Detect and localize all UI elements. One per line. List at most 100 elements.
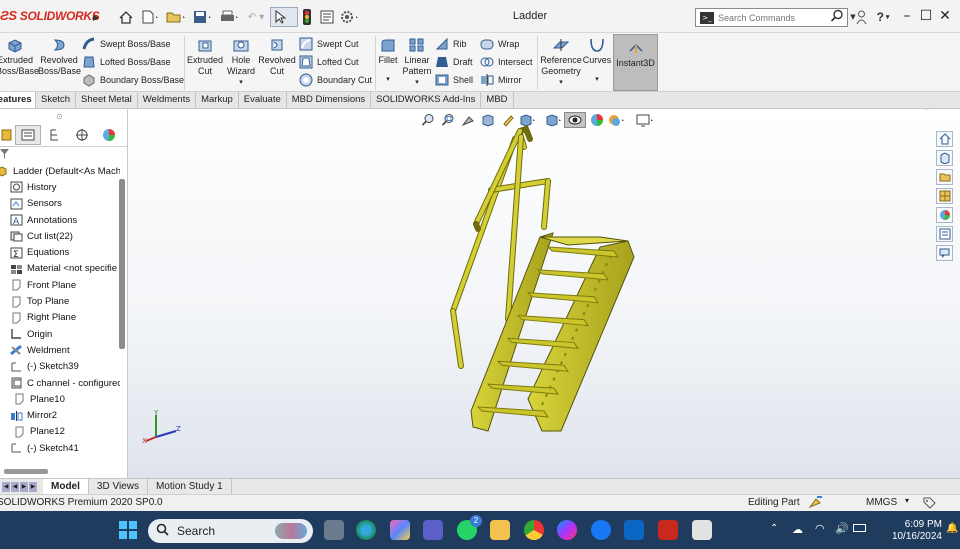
tab-markup[interactable]: Markup (196, 92, 239, 108)
rib-button[interactable]: Rib (435, 35, 467, 52)
tree-item[interactable]: A Annotations (0, 212, 120, 228)
close-window-icon[interactable]: ✕ (936, 6, 954, 26)
save-icon[interactable] (191, 7, 215, 27)
hole-wizard-button[interactable]: Hole Wizard ▾ (224, 37, 258, 88)
units-dropdown-arrow-icon[interactable]: ▾ (905, 496, 909, 505)
curves-button[interactable]: Curves ▾ (582, 37, 612, 85)
taskbar-search-box[interactable]: Search (148, 519, 313, 543)
lofted-cut-button[interactable]: Lofted Cut (299, 53, 359, 70)
display-manager-tab-icon[interactable] (96, 125, 122, 145)
solidworks-logo[interactable]: ƧS SOLIDWORKS (0, 8, 100, 23)
shell-button[interactable]: Shell (435, 71, 473, 88)
tree-horizontal-scrollbar[interactable] (4, 469, 48, 474)
open-folder-icon[interactable] (164, 7, 188, 27)
dimxpert-tab-icon[interactable] (69, 125, 95, 145)
swept-boss-button[interactable]: Swept Boss/Base (82, 35, 171, 52)
ladder-3d-model[interactable] (128, 109, 960, 478)
select-arrow-icon[interactable] (270, 7, 298, 27)
search-commands-input[interactable] (718, 12, 818, 23)
wifi-icon[interactable]: ◠ (815, 522, 825, 535)
tree-item[interactable]: Plane10 (0, 391, 120, 407)
linear-pattern-button[interactable]: Linear Pattern ▾ (401, 37, 433, 88)
tree-item[interactable]: Ladder (Default<As Machi (0, 163, 120, 179)
configuration-manager-tab-icon[interactable] (42, 125, 68, 145)
tree-vertical-scrollbar[interactable] (119, 179, 125, 349)
tab-weldments[interactable]: Weldments (138, 92, 197, 108)
wrap-button[interactable]: Wrap (480, 35, 519, 52)
tab-sketch[interactable]: Sketch (36, 92, 77, 108)
revolved-cut-button[interactable]: Revolved Cut (258, 37, 296, 77)
tree-item[interactable]: C channel - configurec (0, 375, 120, 391)
tab-features[interactable]: Features (0, 92, 36, 108)
file-explorer-taskbar-icon[interactable] (490, 520, 510, 540)
tree-item[interactable]: Top Plane (0, 293, 120, 309)
tags-icon[interactable] (922, 496, 936, 511)
panel-collapse-icon[interactable]: ⊙ (56, 112, 63, 121)
whatsapp-icon[interactable]: 2 (457, 515, 482, 540)
edge-browser-icon[interactable] (356, 520, 376, 540)
user-account-icon[interactable] (855, 7, 867, 27)
ladder-stringers[interactable] (470, 232, 635, 432)
tree-item[interactable]: (-) Sketch39 (0, 359, 120, 375)
chrome-icon[interactable] (524, 520, 544, 540)
search-icon[interactable] (830, 9, 844, 26)
reference-geometry-button[interactable]: Reference Geometry ▾ (540, 37, 582, 88)
solidworks-taskbar-icon[interactable] (658, 520, 678, 540)
tab-mbd[interactable]: MBD (481, 92, 514, 108)
tree-item[interactable]: (-) Sketch41 (0, 440, 120, 456)
filter-icon[interactable] (0, 149, 9, 161)
tab-scroll-arrows[interactable]: ◀ ◀ ▶ ▶ (0, 481, 37, 492)
mirror-button[interactable]: Mirror (480, 71, 522, 88)
property-manager-tab-icon[interactable] (15, 125, 41, 145)
task-view-icon[interactable] (324, 520, 344, 540)
messenger-icon[interactable] (557, 520, 577, 540)
help-icon[interactable]: ? ▾ (873, 7, 893, 27)
tab-3d-views[interactable]: 3D Views (89, 479, 148, 494)
tree-item[interactable]: Cut list(22) (0, 228, 120, 244)
boundary-boss-button[interactable]: Boundary Boss/Base (82, 71, 184, 88)
options-gear-icon[interactable] (338, 7, 362, 27)
facebook-icon[interactable] (591, 520, 611, 540)
extruded-boss-button[interactable]: Extruded Boss/Base (0, 37, 39, 77)
battery-icon[interactable] (853, 524, 866, 532)
revolved-boss-button[interactable]: Revolved Boss/Base (38, 37, 81, 77)
menu-expand-arrow-icon[interactable]: ▶ (92, 7, 100, 27)
tree-item[interactable]: Plane12 (0, 424, 120, 440)
rebuild-traffic-light-icon[interactable] (301, 7, 313, 27)
home-icon[interactable] (118, 7, 134, 27)
minimize-window-icon[interactable]: – (898, 6, 916, 26)
draft-button[interactable]: Draft (435, 53, 473, 70)
onedrive-cloud-icon[interactable]: ☁ (792, 523, 803, 536)
tab-motion-study[interactable]: Motion Study 1 (148, 479, 232, 494)
search-commands-box[interactable]: >_ (695, 8, 848, 27)
unit-system[interactable]: MMGS (866, 497, 897, 508)
maximize-window-icon[interactable]: ☐ (917, 6, 935, 26)
snipping-tool-icon[interactable] (692, 520, 712, 540)
new-document-icon[interactable] (139, 7, 161, 27)
notification-bell-icon[interactable]: 🔔 (946, 523, 958, 534)
tree-item[interactable]: History (0, 179, 120, 195)
tree-item[interactable]: Sensors (0, 196, 120, 212)
graphics-area[interactable]: ◫ ◫ _ ❐ ✕ (128, 109, 960, 478)
tree-item[interactable]: Σ Equations (0, 244, 120, 260)
print-icon[interactable] (218, 7, 242, 27)
tab-evaluate[interactable]: Evaluate (239, 92, 287, 108)
rebuild-status-icon[interactable] (808, 495, 824, 511)
tab-sheet-metal[interactable]: Sheet Metal (76, 92, 138, 108)
swept-cut-button[interactable]: Swept Cut (299, 35, 359, 52)
extruded-cut-button[interactable]: Extruded Cut (186, 37, 224, 77)
handrail[interactable] (450, 125, 551, 369)
teams-icon[interactable] (423, 520, 443, 540)
tree-item[interactable]: Mirror2 (0, 407, 120, 423)
tab-mbd-dimensions[interactable]: MBD Dimensions (287, 92, 372, 108)
tree-item[interactable]: Front Plane (0, 277, 120, 293)
windows-start-icon[interactable] (118, 520, 138, 540)
instant3d-button[interactable]: Instant3D (613, 34, 658, 91)
show-hidden-icons-icon[interactable]: ⌃ (770, 523, 778, 534)
tree-item[interactable]: Weldment (0, 342, 120, 358)
copilot-icon[interactable] (390, 520, 410, 540)
boundary-cut-button[interactable]: Boundary Cut (299, 71, 372, 88)
undo-icon[interactable]: ↶ ▾ (245, 7, 267, 27)
tab-solidworks-add-ins[interactable]: SOLIDWORKS Add-Ins (371, 92, 482, 108)
tab-model[interactable]: Model (43, 479, 89, 494)
